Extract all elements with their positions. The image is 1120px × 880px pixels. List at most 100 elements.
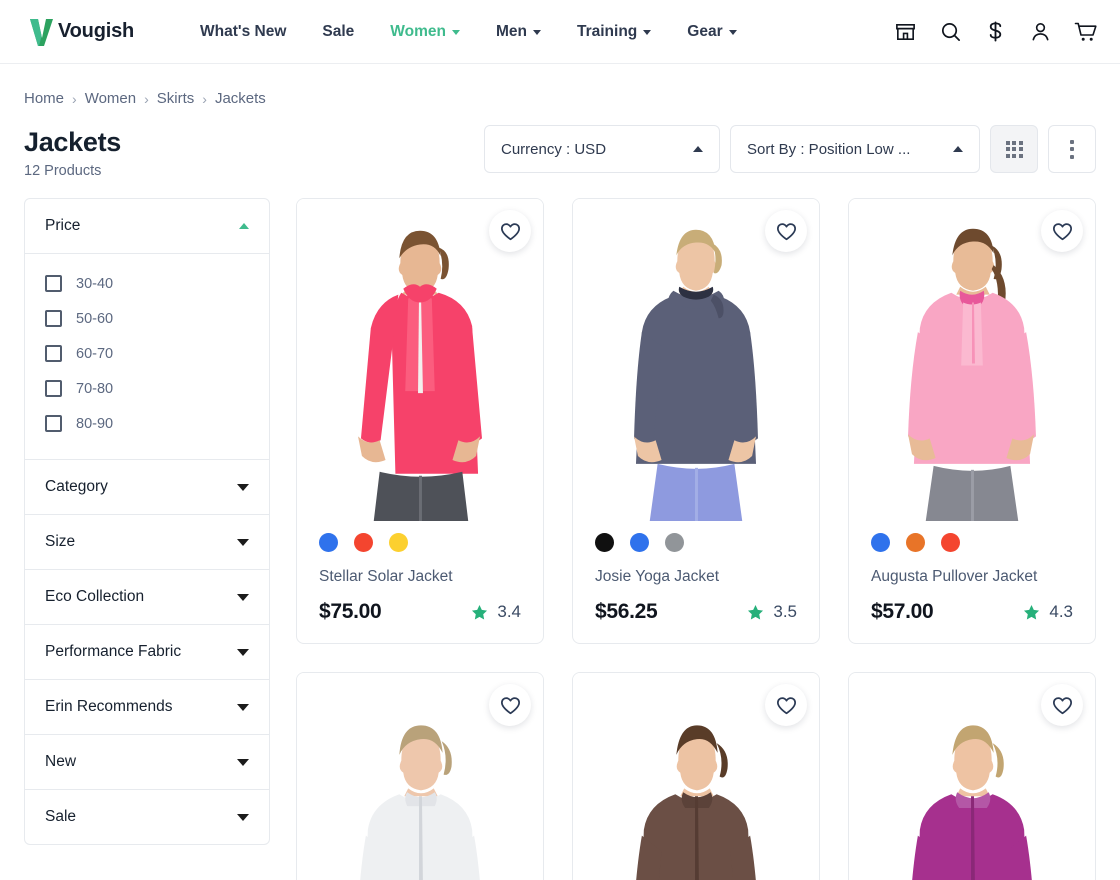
color-swatch-red[interactable] — [354, 533, 373, 552]
breadcrumb-item-skirts[interactable]: Skirts — [157, 90, 195, 107]
favorite-button[interactable] — [489, 210, 531, 252]
filter-header-erin-recommends[interactable]: Erin Recommends — [25, 680, 269, 734]
filter-option-80-90[interactable]: 80-90 — [25, 406, 269, 441]
breadcrumb-separator: › — [144, 90, 149, 107]
color-swatch-blue[interactable] — [630, 533, 649, 552]
account-icon[interactable] — [1029, 20, 1052, 43]
filter-header-price[interactable]: Price — [25, 199, 269, 253]
filter-option-50-60[interactable]: 50-60 — [25, 301, 269, 336]
more-options-button[interactable] — [1048, 125, 1096, 173]
grid-view-icon — [1005, 140, 1023, 158]
checkbox[interactable] — [45, 310, 62, 327]
product-card[interactable] — [572, 672, 820, 880]
filter-section-erin-recommends: Erin Recommends — [25, 679, 269, 734]
color-swatch-red[interactable] — [941, 533, 960, 552]
chevron-up-icon — [953, 146, 963, 152]
color-swatch-black[interactable] — [595, 533, 614, 552]
product-image — [849, 673, 1095, 880]
chevron-down-icon — [532, 30, 541, 35]
nav-item-women[interactable]: Women — [372, 23, 478, 41]
currency-select[interactable]: Currency : USD — [484, 125, 720, 173]
heart-outline-icon — [500, 697, 520, 715]
product-card[interactable] — [296, 672, 544, 880]
chevron-down-icon — [237, 593, 249, 601]
cart-icon[interactable] — [1074, 20, 1098, 44]
filter-option-60-70[interactable]: 60-70 — [25, 336, 269, 371]
filter-header-performance-fabric[interactable]: Performance Fabric — [25, 625, 269, 679]
filter-header-new[interactable]: New — [25, 735, 269, 789]
product-footer: $57.00 4.3 — [849, 588, 1095, 643]
product-rating: 3.5 — [746, 602, 797, 622]
filter-option-30-40[interactable]: 30-40 — [25, 266, 269, 301]
checkbox[interactable] — [45, 415, 62, 432]
chevron-down-icon — [451, 30, 460, 35]
breadcrumb-item-women[interactable]: Women — [85, 90, 136, 107]
color-swatch-gray[interactable] — [665, 533, 684, 552]
filter-header-eco-collection[interactable]: Eco Collection — [25, 570, 269, 624]
logo[interactable]: Vougish — [28, 17, 134, 47]
color-swatch-orange[interactable] — [906, 533, 925, 552]
page-title: Jackets — [24, 127, 121, 157]
product-card[interactable]: Stellar Solar Jacket $75.00 3.4 — [296, 198, 544, 645]
product-card[interactable]: Josie Yoga Jacket $56.25 3.5 — [572, 198, 820, 645]
product-card[interactable] — [848, 672, 1096, 880]
checkbox[interactable] — [45, 380, 62, 397]
color-swatch-yellow[interactable] — [389, 533, 408, 552]
product-image — [849, 199, 1095, 521]
search-icon[interactable] — [939, 20, 962, 43]
nav-item-sale[interactable]: Sale — [304, 23, 372, 41]
filter-title: Performance Fabric — [45, 643, 182, 660]
nav-label: Gear — [687, 22, 723, 40]
checkbox[interactable] — [45, 345, 62, 362]
filter-title: Erin Recommends — [45, 698, 173, 715]
filter-header-sale[interactable]: Sale — [25, 790, 269, 844]
grid-view-button[interactable] — [990, 125, 1038, 173]
nav-item-training[interactable]: Training — [559, 23, 669, 41]
main-nav: What's New Sale Women Men Training Gear — [182, 23, 755, 41]
product-name[interactable]: Josie Yoga Jacket — [573, 552, 819, 588]
filter-section-eco-collection: Eco Collection — [25, 569, 269, 624]
breadcrumb-separator: › — [202, 90, 207, 107]
filter-header-category[interactable]: Category — [25, 460, 269, 514]
color-swatch-blue[interactable] — [319, 533, 338, 552]
nav-label: Sale — [322, 22, 355, 40]
filter-header-size[interactable]: Size — [25, 515, 269, 569]
filter-option-70-80[interactable]: 70-80 — [25, 371, 269, 406]
chevron-down-icon — [237, 813, 249, 821]
store-icon[interactable] — [894, 20, 917, 43]
product-image — [573, 199, 819, 521]
favorite-button[interactable] — [1041, 210, 1083, 252]
product-card[interactable]: Augusta Pullover Jacket $57.00 4.3 — [848, 198, 1096, 645]
product-name[interactable]: Stellar Solar Jacket — [297, 552, 543, 588]
heart-outline-icon — [1052, 222, 1072, 240]
nav-item-men[interactable]: Men — [478, 23, 559, 41]
product-image — [297, 199, 543, 521]
filter-option-label: 50-60 — [76, 310, 114, 327]
color-swatch-blue[interactable] — [871, 533, 890, 552]
breadcrumb-item-home[interactable]: Home — [24, 90, 64, 107]
chevron-down-icon — [643, 30, 652, 35]
currency-dollar-icon[interactable] — [984, 20, 1007, 43]
filter-section-sale: Sale — [25, 789, 269, 844]
breadcrumb: Home › Women › Skirts › Jackets — [24, 90, 1120, 107]
rating-value: 4.3 — [1049, 602, 1073, 622]
checkbox[interactable] — [45, 275, 62, 292]
sort-select[interactable]: Sort By : Position Low ... — [730, 125, 980, 173]
chevron-down-icon — [237, 538, 249, 546]
filter-section-category: Category — [25, 459, 269, 514]
filter-title: New — [45, 753, 77, 770]
logo-text: Vougish — [58, 20, 135, 42]
favorite-button[interactable] — [765, 210, 807, 252]
chevron-up-icon — [693, 146, 703, 152]
color-swatches — [297, 521, 543, 552]
breadcrumb-item-jackets[interactable]: Jackets — [215, 90, 266, 107]
product-name[interactable]: Augusta Pullover Jacket — [849, 552, 1095, 588]
header-icon-group — [894, 20, 1098, 44]
chevron-down-icon — [237, 703, 249, 711]
heart-outline-icon — [1052, 697, 1072, 715]
toolbar-controls: Currency : USD Sort By : Position Low ..… — [484, 125, 1096, 173]
nav-item-whats-new[interactable]: What's New — [182, 23, 304, 41]
site-header: Vougish What's New Sale Women Men Traini… — [0, 0, 1120, 64]
nav-item-gear[interactable]: Gear — [669, 23, 754, 41]
filter-title: Sale — [45, 808, 77, 825]
